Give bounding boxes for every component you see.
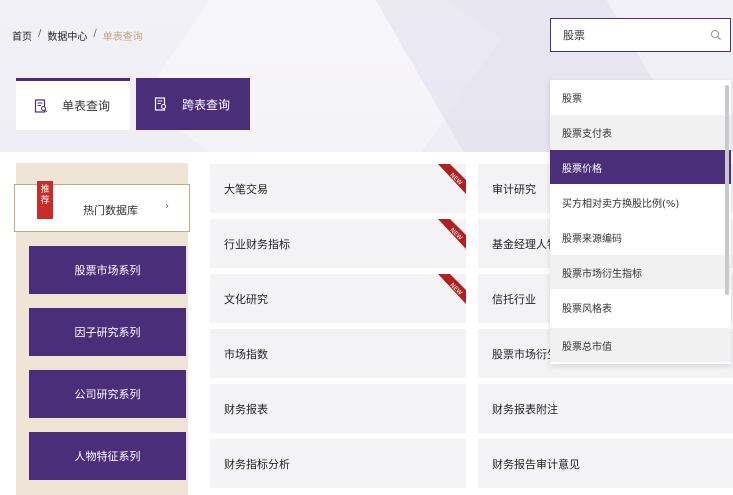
grid-cell[interactable]: 财务指标分析 [210, 439, 466, 488]
breadcrumb-current: 单表查询 [102, 32, 143, 43]
grid-cell-label: 财务报告审计意见 [492, 457, 580, 471]
suggestion-item[interactable]: 买方相对卖方换股比例(%) [550, 185, 731, 219]
breadcrumb-home[interactable]: 首页 [12, 28, 32, 43]
sidebar-item-stock-market[interactable]: 股票市场系列 [29, 246, 186, 294]
search-box [550, 18, 731, 52]
breadcrumb-data-center[interactable]: 数据中心 [47, 28, 87, 43]
grid-cell-label: 财务报表附注 [492, 402, 558, 416]
grid-cell[interactable]: 财务报表 [210, 384, 466, 433]
new-badge: NEW [438, 164, 466, 194]
grid-cell-label: 行业财务指标 [224, 237, 290, 251]
grid-cell-label: 审计研究 [492, 182, 536, 196]
suggestion-item[interactable]: 股票支付表 [550, 115, 731, 149]
search-input[interactable] [563, 28, 703, 42]
table-search-icon [34, 98, 48, 113]
suggestion-item[interactable]: 股票总市值 [550, 328, 731, 362]
suggestion-item-selected[interactable]: 股票价格 [550, 150, 731, 184]
search-icon[interactable] [710, 29, 722, 41]
sidebar-item-company-research[interactable]: 公司研究系列 [29, 370, 186, 418]
grid-cell-label: 财务报表 [224, 402, 268, 416]
grid-cell[interactable]: 财务报告审计意见 [478, 439, 733, 488]
grid-cell[interactable]: 市场指数 [210, 329, 466, 378]
grid-cell-label: 大笔交易 [224, 182, 268, 196]
recommend-badge: 推荐 [37, 181, 53, 219]
grid-cell-label: 文化研究 [224, 292, 268, 306]
grid-cell-label: 财务指标分析 [224, 457, 290, 471]
grid-cell[interactable]: 大笔交易 NEW [210, 164, 466, 213]
dropdown-scrollbar[interactable] [725, 85, 729, 295]
tab-label: 单表查询 [62, 99, 111, 113]
chevron-right-icon: › [165, 201, 169, 212]
cross-table-icon [154, 97, 166, 111]
grid-cell[interactable]: 文化研究 NEW [210, 274, 466, 323]
tab-cross-table[interactable]: 跨表查询 [136, 78, 250, 130]
hot-database-label: 热门数据库 [83, 204, 138, 217]
grid-cell[interactable]: 财务报表附注 [478, 384, 733, 433]
grid-cell-label: 信托行业 [492, 292, 536, 306]
suggestion-item[interactable]: 股票 [550, 80, 731, 114]
tab-single-table[interactable]: 单表查询 [16, 78, 130, 130]
new-badge: NEW [438, 219, 466, 249]
suggestion-item[interactable]: 股票来源编码 [550, 220, 731, 254]
hot-database-item[interactable]: 推荐 热门数据库 › [14, 181, 190, 232]
sidebar-item-person-features[interactable]: 人物特征系列 [29, 432, 186, 480]
suggestion-item[interactable]: 股票风格表 [550, 290, 731, 324]
grid-cell-label: 市场指数 [224, 347, 268, 361]
query-tabs: 单表查询 跨表查询 [16, 78, 250, 130]
breadcrumb-separator: / [93, 28, 97, 39]
tab-label: 跨表查询 [182, 97, 231, 112]
search-suggestion-dropdown: 股票 股票支付表 股票价格 买方相对卖方换股比例(%) 股票来源编码 股票市场衍… [550, 80, 731, 364]
new-badge: NEW [438, 274, 466, 304]
sidebar-item-factor-research[interactable]: 因子研究系列 [29, 308, 186, 356]
grid-cell[interactable]: 行业财务指标 NEW [210, 219, 466, 268]
breadcrumb-separator: / [38, 28, 42, 39]
suggestion-item[interactable]: 股票市场衍生指标 [550, 255, 731, 289]
breadcrumb: 首页 / 数据中心 / 单表查询 [12, 28, 143, 43]
